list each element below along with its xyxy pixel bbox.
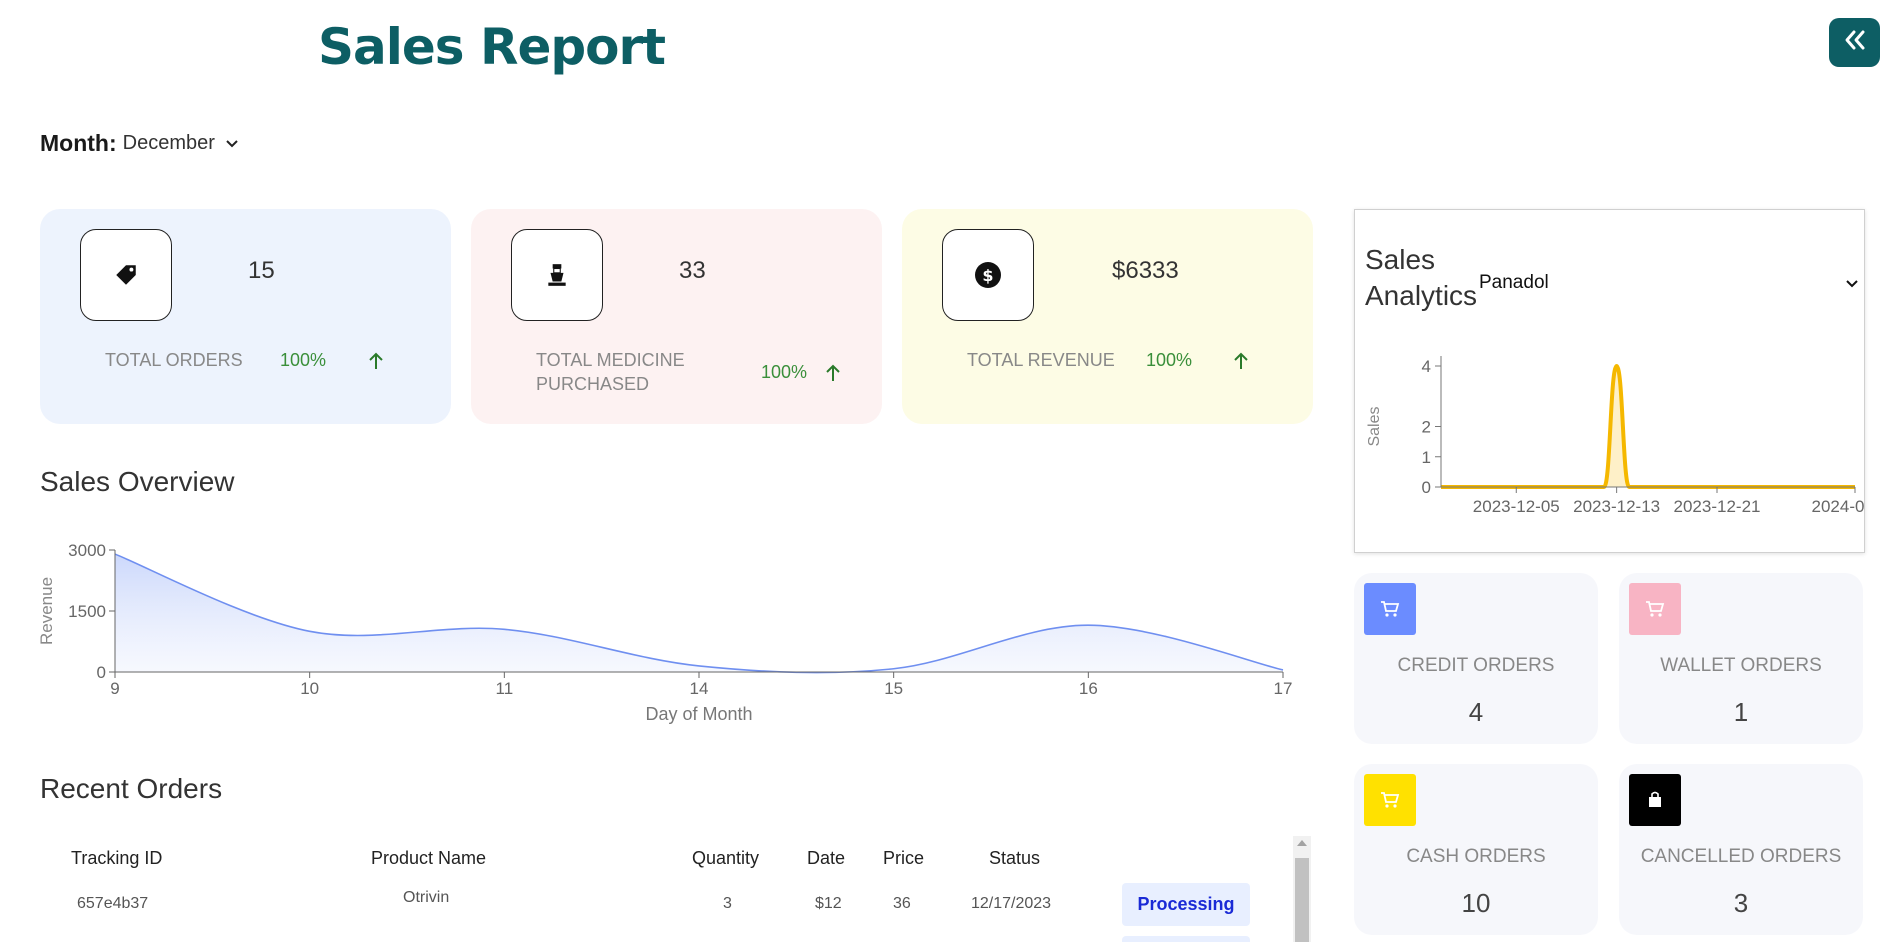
x-tick-label: 17 bbox=[1274, 679, 1293, 698]
y-tick-label: 3000 bbox=[68, 541, 106, 560]
quantity-cell: 3 bbox=[723, 895, 732, 912]
total-medicine-card: 33 TOTAL MEDICINE PURCHASED 100% bbox=[471, 209, 882, 424]
product-name-cell: Otrivin bbox=[403, 889, 450, 906]
x-tick-label: 11 bbox=[496, 679, 514, 698]
cart-icon bbox=[1364, 774, 1416, 826]
table-scrollbar[interactable] bbox=[1293, 836, 1311, 942]
mortar-pestle-icon bbox=[511, 229, 603, 321]
product-select-value: Panadol bbox=[1479, 272, 1549, 293]
y-axis-label: Revenue bbox=[37, 577, 56, 645]
svg-text:$: $ bbox=[982, 266, 993, 285]
cancelled-orders-label: CANCELLED ORDERS bbox=[1640, 846, 1842, 867]
page-title: Sales Report bbox=[318, 18, 666, 76]
column-header-quantity: Quantity bbox=[692, 848, 760, 868]
collapse-sidebar-button[interactable] bbox=[1829, 18, 1880, 67]
recent-orders-title: Recent Orders bbox=[40, 773, 223, 804]
y-tick-label: 1 bbox=[1422, 448, 1431, 467]
total-orders-value: 15 bbox=[248, 257, 275, 284]
wallet-orders-count: 1 bbox=[1733, 697, 1749, 727]
x-tick-label: 10 bbox=[300, 679, 319, 698]
y-tick-label: 4 bbox=[1422, 357, 1431, 376]
month-select-value[interactable]: December bbox=[123, 132, 215, 155]
y-tick-label: 1500 bbox=[68, 602, 106, 621]
dollar-icon: $ bbox=[942, 229, 1034, 321]
column-header-tracking-id: Tracking ID bbox=[71, 848, 163, 868]
total-orders-card: 15 TOTAL ORDERS 100% bbox=[40, 209, 451, 424]
y-tick-label: 2 bbox=[1422, 418, 1431, 437]
credit-orders-count: 4 bbox=[1468, 697, 1484, 727]
x-tick-label: 15 bbox=[884, 679, 903, 698]
price-cell: 36 bbox=[893, 895, 911, 912]
double-chevron-left-icon bbox=[1842, 29, 1868, 56]
x-axis-label: Day of Month bbox=[645, 704, 752, 724]
product-select[interactable]: Panadol bbox=[1479, 270, 1864, 296]
area-fill bbox=[1441, 366, 1855, 487]
column-header-date: Date bbox=[807, 848, 846, 868]
total-orders-percent: 100% bbox=[280, 350, 327, 370]
cart-icon bbox=[1629, 583, 1681, 635]
arrow-up-icon bbox=[1234, 352, 1248, 375]
series-line bbox=[1441, 363, 1855, 489]
cash-orders-count: 10 bbox=[1461, 888, 1491, 918]
column-header-status: Status bbox=[989, 848, 1041, 868]
sales-analytics-title: Sales Analytics bbox=[1365, 244, 1478, 311]
total-revenue-percent: 100% bbox=[1146, 350, 1193, 370]
area-fill bbox=[115, 554, 1283, 673]
cash-orders-card: CASH ORDERS 10 bbox=[1354, 764, 1598, 935]
total-orders-label: TOTAL ORDERS bbox=[105, 350, 243, 370]
bag-icon bbox=[1629, 774, 1681, 826]
cancelled-orders-card: CANCELLED ORDERS 3 bbox=[1619, 764, 1863, 935]
arrow-up-icon bbox=[826, 364, 840, 387]
chevron-down-icon bbox=[1846, 272, 1858, 294]
status-badge[interactable]: Processing bbox=[1122, 883, 1250, 926]
y-axis-label: Sales bbox=[1366, 406, 1383, 446]
arrow-up-icon bbox=[369, 352, 383, 375]
wallet-orders-card: WALLET ORDERS 1 bbox=[1619, 573, 1863, 744]
sales-overview-chart: 0 1500 3000 9 10 11 14 15 16 17 Day of Month Revenu… bbox=[37, 541, 1293, 724]
cart-icon bbox=[1364, 583, 1416, 635]
scrollbar-thumb[interactable] bbox=[1295, 858, 1309, 942]
total-revenue-card: $ $6333 TOTAL REVENUE 100% bbox=[902, 209, 1313, 424]
tracking-id-cell: 657e4b37 bbox=[77, 895, 149, 912]
cancelled-orders-count: 3 bbox=[1733, 888, 1749, 918]
status-badge[interactable] bbox=[1122, 936, 1250, 942]
total-medicine-label: TOTAL MEDICINE PURCHASED bbox=[536, 350, 685, 394]
sales-analytics-chart: 0 1 2 4 2023-12-05 2023-12-13 2023-12-21 2024-0… bbox=[1366, 356, 1865, 516]
date-cell: $12 bbox=[815, 895, 842, 912]
y-tick-label: 0 bbox=[97, 663, 106, 682]
tag-icon bbox=[80, 229, 172, 321]
total-medicine-value: 33 bbox=[679, 257, 706, 284]
x-tick-label: 2023-12-05 bbox=[1473, 497, 1560, 516]
credit-orders-label: CREDIT ORDERS bbox=[1397, 655, 1555, 676]
total-revenue-value: $6333 bbox=[1112, 257, 1179, 284]
wallet-orders-label: WALLET ORDERS bbox=[1660, 655, 1822, 676]
status-date-cell: 12/17/2023 bbox=[971, 895, 1052, 912]
scroll-up-icon[interactable] bbox=[1297, 840, 1307, 846]
x-tick-label: 16 bbox=[1079, 679, 1098, 698]
x-tick-label: 2023-12-21 bbox=[1674, 497, 1761, 516]
y-tick-label: 0 bbox=[1422, 478, 1431, 497]
month-label: Month: bbox=[40, 130, 117, 156]
month-filter[interactable]: Month: December bbox=[40, 130, 239, 157]
total-revenue-label: TOTAL REVENUE bbox=[967, 350, 1115, 370]
column-header-product-name: Product Name bbox=[371, 848, 487, 868]
total-medicine-percent: 100% bbox=[761, 362, 808, 382]
x-tick-label: 2023-12-13 bbox=[1573, 497, 1660, 516]
cash-orders-label: CASH ORDERS bbox=[1406, 846, 1546, 867]
x-tick-label: 14 bbox=[690, 679, 709, 698]
column-header-price: Price bbox=[883, 848, 925, 868]
x-tick-label: 9 bbox=[110, 679, 119, 698]
sales-overview-title: Sales Overview bbox=[40, 466, 235, 497]
sales-analytics-card: Sales Analytics Panadol 0 1 2 4 2023-12-05 20… bbox=[1354, 209, 1865, 553]
chevron-down-icon[interactable] bbox=[225, 139, 239, 149]
x-tick-label: 2024-01-01 bbox=[1812, 497, 1865, 516]
credit-orders-card: CREDIT ORDERS 4 bbox=[1354, 573, 1598, 744]
